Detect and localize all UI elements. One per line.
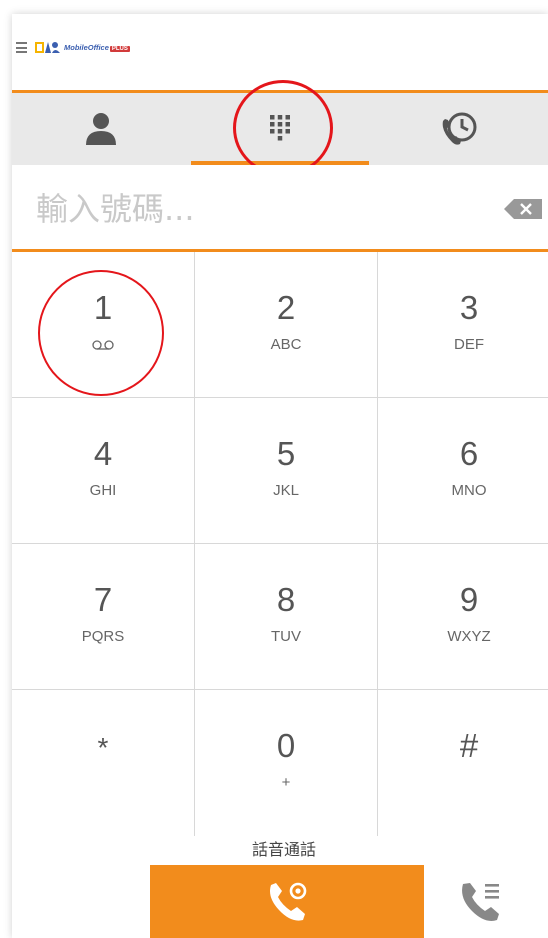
key-7[interactable]: 7 PQRS (12, 544, 194, 689)
phone-number-input[interactable] (34, 187, 478, 231)
logo-badge: PLUS (109, 45, 130, 52)
key-digit: 5 (276, 435, 296, 472)
key-letters: WXYZ (447, 628, 491, 645)
key-letters: + (281, 774, 291, 791)
menu-icon[interactable] (16, 42, 27, 53)
tab-contacts[interactable] (12, 93, 191, 165)
key-digit: * (97, 732, 109, 763)
key-letters: TUV (271, 628, 301, 645)
person-icon (86, 113, 117, 145)
key-digit: 7 (93, 581, 113, 618)
key-digit: 6 (459, 435, 479, 472)
key-letters: PQRS (81, 628, 125, 645)
key-2[interactable]: 2 ABC (195, 252, 377, 397)
key-digit: 2 (276, 289, 296, 326)
key-letters: ABC (270, 336, 302, 353)
key-digit: 9 (459, 581, 479, 618)
mobileoffice-logo: MobileOffice PLUS (34, 38, 130, 56)
key-4[interactable]: 4 GHI (12, 398, 194, 543)
key-3[interactable]: 3 DEF (378, 252, 548, 397)
backspace-icon[interactable] (504, 199, 542, 219)
key-6[interactable]: 6 MNO (378, 398, 548, 543)
app-frame: MobileOffice PLUS 輸入號碼... 1 2 ABC 3 DEF … (12, 14, 548, 938)
key-star[interactable]: * (12, 690, 194, 835)
dialpad: 1 2 ABC 3 DEF 4 GHI 5 JKL 6 MNO 7 PQRS 8… (12, 252, 548, 836)
key-letters: MNO (451, 482, 487, 499)
key-5[interactable]: 5 JKL (195, 398, 377, 543)
app-header: MobileOffice PLUS (12, 14, 548, 88)
call-history-icon (442, 112, 477, 145)
phone-call-icon (270, 882, 307, 921)
key-digit: 4 (93, 435, 113, 472)
annotation-circle-key-1 (38, 270, 164, 396)
key-digit: 8 (276, 581, 296, 618)
voice-call-label: 話音通話 (251, 840, 316, 859)
key-letters: DEF (454, 336, 484, 353)
key-0[interactable]: 0 + (195, 690, 377, 835)
key-digit: # (459, 727, 479, 764)
key-hash[interactable]: # (378, 690, 548, 835)
number-input-row (12, 165, 548, 249)
logo-text: MobileOffice PLUS (64, 42, 130, 52)
key-digit: 0 (276, 727, 296, 764)
voice-call-button[interactable] (150, 865, 424, 938)
logo-mark-icon (35, 42, 60, 53)
call-list-icon (462, 883, 499, 921)
key-letters: JKL (273, 482, 299, 499)
call-log-button[interactable] (458, 876, 504, 924)
key-digit: 3 (459, 289, 479, 326)
key-9[interactable]: 9 WXYZ (378, 544, 548, 689)
annotation-circle-keypad (233, 80, 333, 176)
tab-history[interactable] (369, 93, 548, 165)
key-8[interactable]: 8 TUV (195, 544, 377, 689)
key-letters: GHI (89, 482, 117, 499)
